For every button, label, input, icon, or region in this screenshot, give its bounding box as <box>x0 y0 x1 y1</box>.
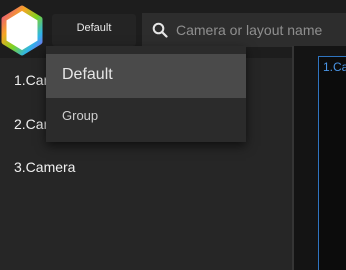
dropdown-option-group[interactable]: Group <box>46 98 246 134</box>
camera-list-item-3[interactable]: 3.Camera <box>14 159 75 175</box>
camera-tile[interactable]: 1.Camera <box>318 56 346 270</box>
search-input[interactable] <box>176 13 344 47</box>
dropdown-option-label: Group <box>62 108 99 123</box>
camera-tile-label: 1.Camera <box>323 60 346 74</box>
dropdown-option-label: Default <box>62 66 113 83</box>
search-icon <box>152 22 168 38</box>
dropdown-option-default[interactable]: Default <box>46 54 246 98</box>
search-box[interactable] <box>142 13 346 47</box>
layout-selector-label: Default <box>76 22 112 34</box>
layout-dropdown: Default Group <box>46 46 246 142</box>
hexagon-logo-icon[interactable] <box>0 5 44 57</box>
app-window: Default 1.Camera 2.Camera 3.Camera 1.Cam… <box>0 0 346 270</box>
layout-selector[interactable]: Default <box>52 14 136 46</box>
